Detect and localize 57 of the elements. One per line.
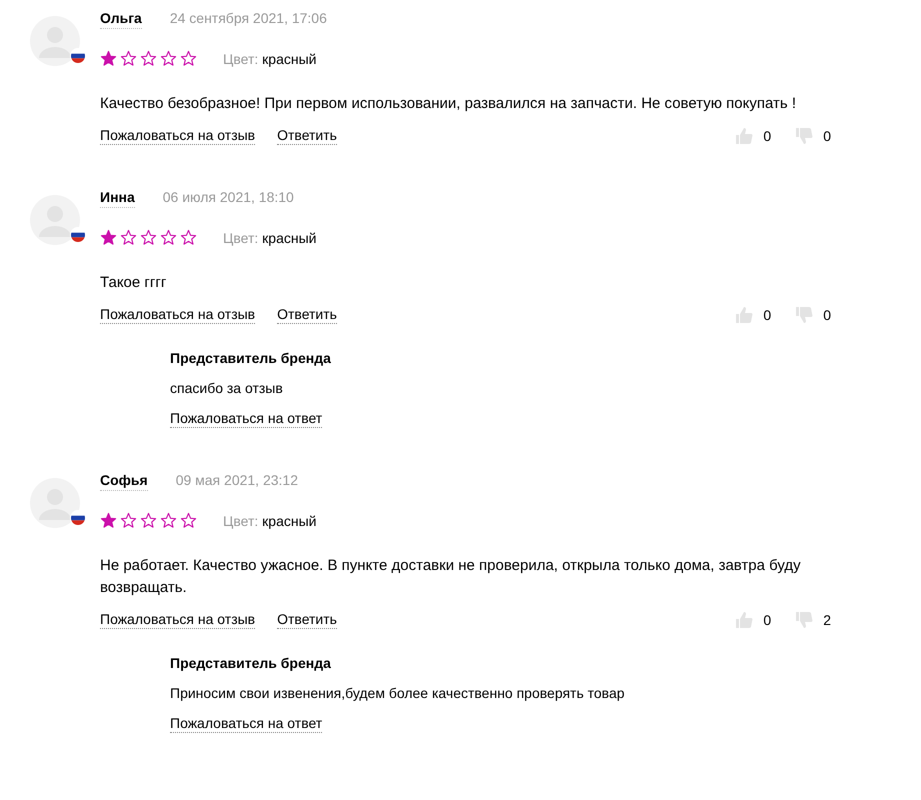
review-text: Не работает. Качество ужасное. В пункте доставки не проверила, открыла только дома, завтра буду возвращать. [100, 556, 802, 598]
answer-text: Приносим свои извенения,будем более качественно проверять товар [170, 685, 625, 701]
avatar-icon [30, 195, 80, 245]
thumbs-up-icon[interactable] [735, 306, 754, 324]
answer-author: Представитель бренда [170, 350, 331, 366]
avatar-icon [30, 16, 80, 66]
thumbs-up-icon[interactable] [735, 611, 754, 629]
flag-icon [70, 227, 86, 243]
color-attribute: Цвет: красный [223, 230, 316, 246]
like-count: 0 [763, 612, 772, 628]
star-icon [180, 512, 197, 529]
author-name: Инна [100, 189, 135, 208]
star-icon [160, 512, 177, 529]
review-text: Качество безобразное! При первом использовании, развалился на запчасти. Не советую покупать ! [100, 94, 798, 114]
star-icon [140, 229, 157, 246]
answer-text: спасибо за отзыв [170, 380, 283, 396]
author-name: Ольга [100, 10, 142, 29]
star-icon [100, 512, 117, 529]
star-icon [120, 50, 137, 67]
star-icon [180, 229, 197, 246]
star-icon [120, 512, 137, 529]
flag-icon [70, 48, 86, 64]
color-attribute: Цвет: красный [223, 50, 316, 66]
review-date: 09 мая 2021, 23:12 [176, 472, 298, 488]
dislike-count: 2 [823, 612, 831, 628]
dislike-count: 0 [823, 307, 831, 323]
star-icon [160, 50, 177, 67]
star-icon [120, 229, 137, 246]
review-date: 06 июля 2021, 18:10 [162, 189, 294, 205]
author-name: Софья [100, 472, 148, 491]
complain-link[interactable]: Пожаловаться на отзыв [100, 306, 256, 324]
review-text: Такое гггг [100, 273, 168, 293]
star-icon [100, 50, 117, 67]
answer-author: Представитель бренда [170, 655, 331, 671]
complain-answer-link[interactable]: Пожаловаться на ответ [170, 715, 322, 733]
thumbs-down-icon[interactable] [795, 306, 814, 324]
color-attribute: Цвет: красный [223, 512, 316, 528]
thumbs-down-icon[interactable] [795, 611, 814, 629]
avatar-icon [30, 478, 80, 528]
flag-icon [70, 510, 86, 526]
dislike-count: 0 [823, 128, 831, 144]
complain-answer-link[interactable]: Пожаловаться на ответ [170, 410, 322, 428]
star-icon [180, 50, 197, 67]
reply-link[interactable]: Ответить [277, 306, 337, 324]
star-icon [140, 512, 157, 529]
complain-link[interactable]: Пожаловаться на отзыв [100, 611, 256, 629]
thumbs-down-icon[interactable] [795, 127, 814, 145]
like-count: 0 [763, 128, 772, 144]
thumbs-up-icon[interactable] [735, 127, 754, 145]
reply-link[interactable]: Ответить [277, 127, 337, 145]
reply-link[interactable]: Ответить [277, 611, 337, 629]
complain-link[interactable]: Пожаловаться на отзыв [100, 127, 256, 145]
star-icon [160, 229, 177, 246]
star-icon [140, 50, 157, 67]
like-count: 0 [763, 307, 772, 323]
review-date: 24 сентября 2021, 17:06 [170, 10, 327, 26]
star-icon [100, 229, 117, 246]
